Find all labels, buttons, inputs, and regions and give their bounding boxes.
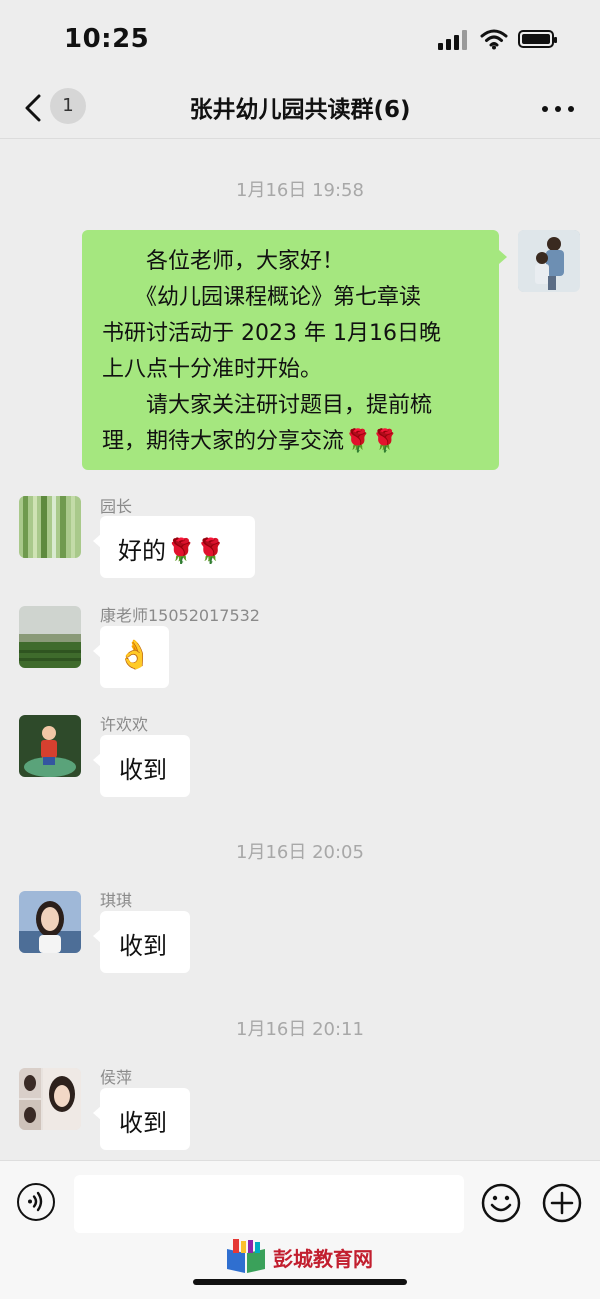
message-line: 各位老师，大家好！: [102, 249, 345, 274]
bamboo-avatar-photo: [19, 496, 81, 558]
my-avatar[interactable]: [518, 230, 580, 292]
battery-icon: [518, 30, 557, 48]
chat-title: 张井幼儿园共读群(6): [189, 97, 411, 123]
book-logo-icon: [227, 1239, 265, 1273]
sender-avatar[interactable]: [19, 891, 81, 953]
more-icon: [542, 106, 548, 112]
sender-avatar[interactable]: [19, 1068, 81, 1130]
input-bar: 彭城教育网: [0, 1160, 600, 1299]
message-timestamp: 1月16日 20:11: [236, 1019, 364, 1040]
sender-avatar[interactable]: [19, 496, 81, 558]
message-timestamp: 1月16日 19:58: [236, 180, 364, 201]
child-avatar-photo: [19, 715, 81, 777]
status-time: 10:25: [64, 24, 150, 54]
voice-input-button[interactable]: [17, 1183, 55, 1221]
cellular-signal-icon: [438, 30, 468, 50]
sender-name: 琪琪: [100, 891, 133, 910]
field-avatar-photo: [19, 606, 81, 668]
more-options-button[interactable]: [538, 96, 578, 120]
message-text: 收到: [119, 1109, 167, 1137]
sender-avatar[interactable]: [19, 606, 81, 668]
message-line: 上八点十分准时开始。: [102, 357, 323, 382]
message-line: 理，期待大家的分享交流: [102, 429, 345, 454]
message-line: 书研讨活动于 2023 年 1月16日晚: [102, 321, 441, 346]
ok-hand-emoji: 👌: [117, 638, 152, 671]
message-timestamp: 1月16日 20:05: [236, 842, 364, 863]
sender-name: 侯萍: [100, 1068, 133, 1087]
sender-avatar[interactable]: [19, 715, 81, 777]
emoji-button[interactable]: [481, 1183, 521, 1223]
status-bar: 10:25: [0, 0, 600, 80]
wifi-icon: [480, 29, 508, 50]
emoji-icon: [481, 1183, 521, 1223]
sender-name: 许欢欢: [100, 715, 149, 734]
message-text: 好的: [118, 537, 166, 565]
unread-count-badge: 1: [50, 88, 86, 124]
back-chevron-icon: [25, 94, 41, 122]
voice-icon: [28, 1191, 43, 1212]
message-bubble[interactable]: 收到: [93, 735, 190, 797]
watermark-text: 彭城教育网: [273, 1247, 373, 1271]
avatar-photo: [518, 230, 580, 292]
rose-emoji: 🌹🌹: [166, 537, 226, 565]
message-bubble[interactable]: 好的🌹🌹: [93, 516, 255, 578]
message-line: 请大家关注研讨题目，提前梳: [102, 393, 433, 418]
message-bubble[interactable]: 收到: [93, 911, 190, 973]
more-actions-button[interactable]: [542, 1183, 582, 1223]
sender-name: 园长: [100, 497, 133, 516]
plus-icon: [542, 1183, 582, 1223]
message-input[interactable]: [74, 1175, 464, 1233]
rose-emoji: 🌹🌹: [344, 429, 399, 454]
watermark: 彭城教育网: [225, 1239, 373, 1275]
back-button[interactable]: 1: [20, 86, 100, 130]
home-indicator[interactable]: [193, 1279, 407, 1285]
message-line: 《幼儿园课程概论》第七章读: [102, 285, 422, 310]
sender-name: 康老师15052017532: [100, 606, 260, 625]
message-text: 收到: [119, 932, 167, 960]
collage-avatar-photo: [19, 1068, 81, 1130]
message-bubble[interactable]: 👌: [93, 626, 169, 688]
portrait-avatar-photo: [19, 891, 81, 953]
chat-header: 1 张井幼儿园共读群(6): [0, 80, 600, 139]
message-text: 收到: [119, 756, 167, 784]
message-bubble[interactable]: 收到: [93, 1088, 190, 1150]
my-message-bubble[interactable]: 各位老师，大家好！ 《幼儿园课程概论》第七章读 书研讨活动于 2023 年 1月…: [82, 230, 507, 470]
